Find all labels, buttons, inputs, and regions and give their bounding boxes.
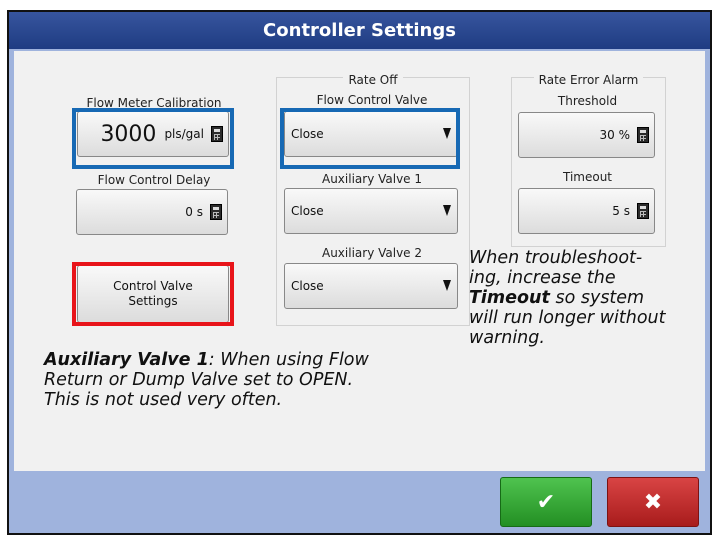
timeout-label: Timeout (562, 170, 613, 184)
auxiliary-valve-1-value: Close (291, 204, 324, 218)
checkmark-icon: ✔ (536, 489, 556, 515)
ok-button[interactable]: ✔ (500, 477, 592, 527)
calculator-icon (637, 127, 649, 143)
timeout-field[interactable]: 5 s (518, 188, 655, 234)
threshold-label: Threshold (557, 94, 618, 108)
dropdown-arrow-icon (443, 280, 451, 291)
timeout-value: 5 s (612, 204, 630, 218)
auxiliary-valve-note: Auxiliary Valve 1: When using Flow Retur… (44, 350, 369, 410)
rate-error-alarm-title: Rate Error Alarm (533, 73, 644, 87)
highlight-control-valve (72, 262, 234, 326)
calculator-icon (210, 204, 222, 220)
flow-control-delay-field[interactable]: 0 s (76, 189, 228, 235)
settings-panel: Flow Meter Calibration 3000 pls/gal Flow… (14, 51, 705, 471)
auxiliary-valve-2-dropdown[interactable]: Close (284, 263, 458, 309)
flow-control-delay-label: Flow Control Delay (97, 173, 211, 187)
dialog-title: Controller Settings (9, 12, 710, 49)
highlight-flow-control-valve (280, 108, 460, 169)
dropdown-arrow-icon (443, 205, 451, 216)
x-icon: ✖ (643, 489, 663, 515)
threshold-value: 30 % (599, 128, 631, 142)
highlight-flow-meter (72, 108, 234, 169)
flow-control-delay-value: 0 s (185, 205, 203, 219)
auxiliary-valve-1-dropdown[interactable]: Close (284, 188, 458, 234)
calculator-icon (637, 203, 649, 219)
flow-control-valve-label: Flow Control Valve (316, 93, 428, 107)
auxiliary-valve-2-value: Close (291, 279, 324, 293)
auxiliary-valve-2-label: Auxiliary Valve 2 (321, 246, 423, 260)
rate-off-title: Rate Off (343, 73, 403, 87)
dialog-window: Controller Settings Flow Meter Calibrati… (7, 10, 712, 535)
auxiliary-valve-1-label: Auxiliary Valve 1 (321, 172, 423, 186)
timeout-note: When troubleshoot- ing, increase the Tim… (469, 248, 666, 348)
threshold-field[interactable]: 30 % (518, 112, 655, 158)
cancel-button[interactable]: ✖ (607, 477, 699, 527)
